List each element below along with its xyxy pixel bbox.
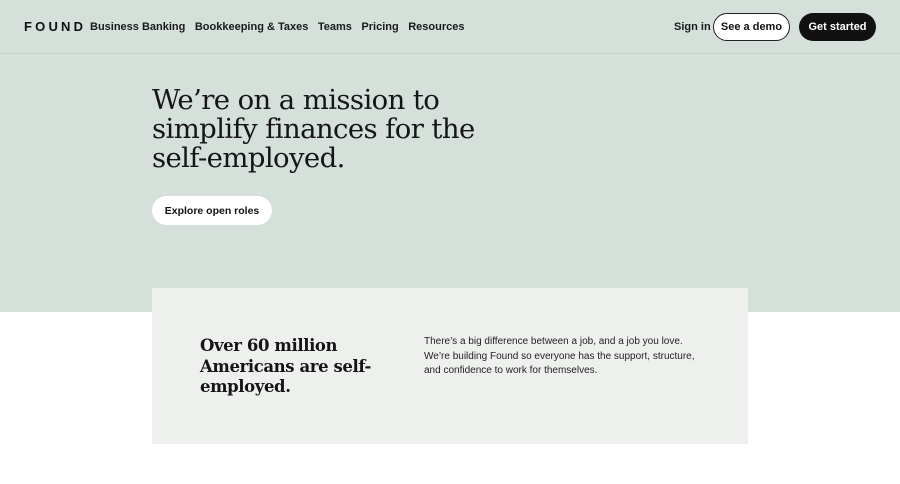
explore-roles-button[interactable]: Explore open roles: [152, 196, 272, 225]
top-nav: FOUND Business Banking Bookkeeping & Tax…: [0, 0, 900, 54]
nav-resources[interactable]: Resources: [408, 19, 464, 35]
hero-headline: We’re on a mission to simplify finances …: [152, 84, 475, 174]
stat-card-title: Over 60 million Americans are self-emplo…: [200, 336, 371, 396]
nav-teams[interactable]: Teams: [318, 19, 352, 35]
found-logo[interactable]: FOUND: [24, 19, 86, 35]
nav-pricing[interactable]: Pricing: [361, 19, 398, 35]
see-demo-button[interactable]: See a demo: [713, 13, 790, 41]
nav-links: Business Banking Bookkeeping & Taxes Tea…: [90, 19, 474, 35]
get-started-button[interactable]: Get started: [799, 13, 876, 41]
nav-bookkeeping-taxes[interactable]: Bookkeeping & Taxes: [195, 19, 309, 35]
nav-business-banking[interactable]: Business Banking: [90, 19, 185, 35]
stat-card: Over 60 million Americans are self-emplo…: [152, 288, 748, 444]
sign-in-link[interactable]: Sign in: [674, 19, 711, 35]
stat-card-body: There’s a big difference between a job, …: [424, 336, 695, 376]
